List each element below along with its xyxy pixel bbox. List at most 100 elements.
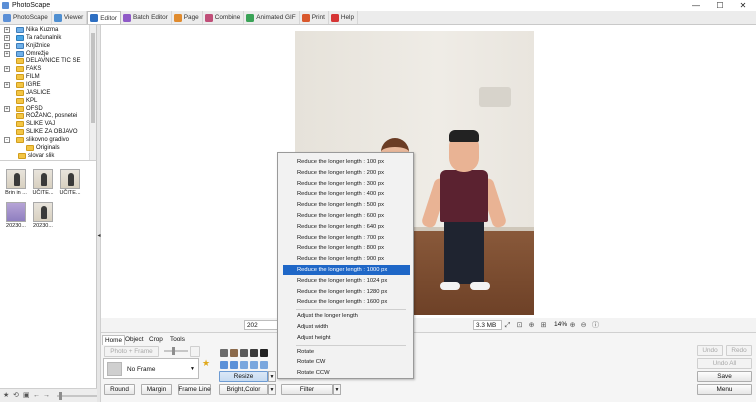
close-button[interactable]: ✕ [731,0,755,11]
folder-item[interactable]: + Omrežje [4,50,49,58]
frame-line-button[interactable]: Frame Line [178,384,211,395]
actual-size-icon[interactable]: ⊡ [515,321,524,330]
tab-batch-editor[interactable]: Batch Editor [121,11,172,24]
undo-all-button[interactable]: Undo All [697,358,752,369]
margin-button[interactable]: Margin [141,384,172,395]
tab-tools[interactable]: Tools [168,335,187,344]
folder-item[interactable]: + Knjižnice [4,42,50,50]
thumbnail-item[interactable]: 20230... [31,202,55,229]
folder-item[interactable]: ROŽANC, posnetei [16,112,77,120]
image-canvas[interactable] [101,25,756,318]
tab-page[interactable]: Page [172,11,203,24]
tab-object[interactable]: Object [123,335,145,344]
sepia-icon[interactable] [230,349,238,357]
expand-icon[interactable]: + [4,105,10,112]
flip-vertical-icon[interactable] [250,361,258,369]
folder-item[interactable]: Originals [26,144,60,152]
menu-item-reduce[interactable]: Reduce the longer length : 700 px [283,233,410,243]
tab-crop[interactable]: Crop [147,335,165,344]
menu-item-reduce[interactable]: Reduce the longer length : 400 px [283,189,410,199]
refresh-icon[interactable]: ⟲ [13,392,20,399]
straighten-icon[interactable] [260,361,268,369]
menu-item-reduce[interactable]: Reduce the longer length : 900 px [283,254,410,264]
back-icon[interactable]: ← [33,392,40,399]
menu-item-rotate[interactable]: Rotate CW [283,357,410,367]
folder-item[interactable]: slovar slik [18,152,54,160]
tab-home[interactable]: Home [102,335,126,345]
folder-item[interactable]: JASLICE [16,89,50,97]
tab-help[interactable]: Help [329,11,359,24]
menu-item-reduce[interactable]: Reduce the longer length : 1024 px [283,276,410,286]
expand-icon[interactable]: + [4,27,10,33]
expand-icon[interactable]: + [4,42,10,49]
favorite-icon[interactable]: ★ [3,392,10,399]
thumbnail-item[interactable]: UČITE... [31,169,55,196]
folder-item[interactable]: FILM [16,73,40,81]
folder-item[interactable]: + OFSD [4,105,43,113]
folder-item[interactable]: DELAVNICE TIC SE [16,57,80,65]
menu-button[interactable]: Menu [697,384,752,395]
rotate-left-icon[interactable] [220,361,228,369]
zoom-out-icon[interactable]: ⊖ [579,321,588,330]
zoom-in-icon[interactable]: ⊕ [568,321,577,330]
menu-item-reduce[interactable]: Reduce the longer length : 100 px [283,157,410,167]
tab-viewer[interactable]: Viewer [52,11,88,24]
tab-print[interactable]: Print [300,11,329,24]
folder-item[interactable]: KPL [16,97,37,105]
redo-button[interactable]: Redo [726,345,752,356]
tab-animated-gif[interactable]: Animated GIF [244,11,300,24]
expand-icon[interactable]: + [4,34,10,41]
zoom-fit-icon[interactable]: ⊕ [527,321,536,330]
resize-dropdown-arrow[interactable]: ▼ [268,371,276,382]
flip-horizontal-icon[interactable] [240,361,248,369]
expand-icon[interactable]: + [4,66,10,73]
minimize-button[interactable]: — [684,0,708,11]
menu-item-reduce[interactable]: Reduce the longer length : 1280 px [283,287,410,297]
thumbnail-item[interactable]: UČITE... [58,169,82,196]
folder-view-icon[interactable]: ▣ [23,392,30,399]
expand-icon[interactable]: + [4,50,10,57]
menu-item-reduce[interactable]: Reduce the longer length : 200 px [283,168,410,178]
auto-level-icon[interactable] [220,349,228,357]
undo-button[interactable]: Undo [697,345,723,356]
folder-tree-scrollbar[interactable] [89,25,96,160]
folder-item[interactable]: + Nika Kuzma [4,26,58,34]
frame-slider[interactable] [164,347,188,355]
tab-photoscape[interactable]: PhotoScape [1,11,52,24]
filter-button[interactable]: Filter [281,384,333,395]
bright-color-dropdown-arrow[interactable]: ▼ [268,384,276,395]
menu-item-reduce[interactable]: Reduce the longer length : 500 px [283,200,410,210]
folder-item[interactable]: + Ta računalnik [4,34,61,42]
bright-color-button[interactable]: Bright,Color [219,384,268,395]
folder-item[interactable]: SLIKE VAJ [16,120,55,128]
black-white-icon[interactable] [250,349,258,357]
forward-icon[interactable]: → [43,392,50,399]
resize-button[interactable]: Resize [219,371,268,382]
folder-item[interactable]: - slikovno gradivo [4,136,69,144]
tab-combine[interactable]: Combine [203,11,245,24]
menu-item-reduce[interactable]: Reduce the longer length : 300 px [283,179,410,189]
menu-item-reduce[interactable]: Reduce the longer length : 1000 px [283,265,410,275]
menu-item-adjust[interactable]: Adjust the longer length [283,311,410,321]
menu-item-reduce[interactable]: Reduce the longer length : 640 px [283,222,410,232]
menu-item-reduce[interactable]: Reduce the longer length : 1600 px [283,297,410,307]
photo-frame-button[interactable]: Photo + Frame [104,346,159,357]
fit-screen-icon[interactable]: ⤢ [503,321,512,330]
menu-item-reduce[interactable]: Reduce the longer length : 800 px [283,243,410,253]
thumbnail-size-slider[interactable] [57,391,97,400]
menu-item-rotate[interactable]: Rotate [283,347,410,357]
menu-item-rotate[interactable]: Rotate CCW [283,368,410,378]
round-button[interactable]: Round [104,384,135,395]
folder-item[interactable]: + FAKS [4,65,41,73]
expand-icon[interactable]: + [4,81,10,88]
thumbnail-item[interactable]: 20230... [4,202,28,229]
info-icon[interactable]: ⓘ [591,321,600,330]
zoom-window-icon[interactable]: ⊞ [539,321,548,330]
collapse-icon[interactable]: - [4,136,10,143]
maximize-button[interactable]: ☐ [708,0,732,11]
save-button[interactable]: Save [697,371,752,382]
tab-editor[interactable]: Editor [87,11,121,24]
menu-item-adjust[interactable]: Adjust height [283,333,410,343]
slider-knob[interactable] [59,391,62,400]
filter-dropdown-arrow[interactable]: ▼ [333,384,341,395]
